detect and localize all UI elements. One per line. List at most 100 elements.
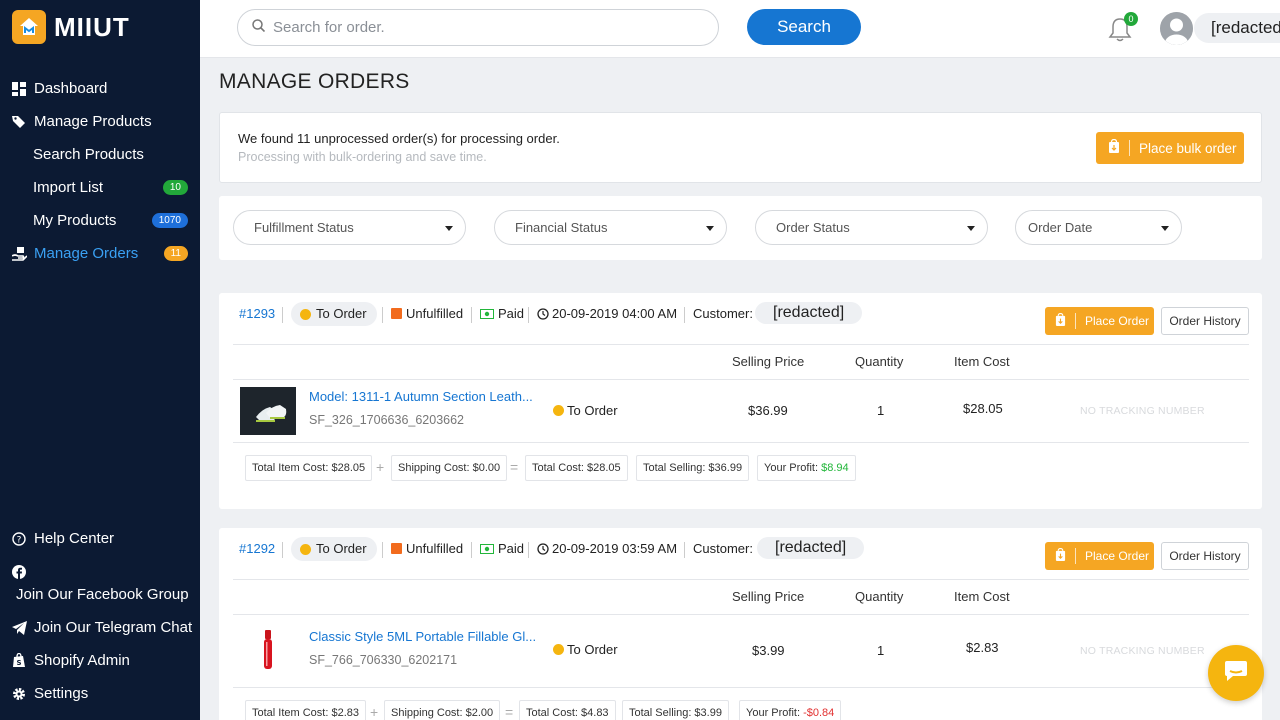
order-date: 20-09-2019 03:59 AM: [537, 541, 677, 556]
fulfillment-status: Unfulfilled: [391, 306, 463, 321]
customer-label: Customer:: [693, 541, 753, 556]
sidebar-item-help-center[interactable]: ? Help Center: [0, 522, 200, 555]
filter-label: Order Status: [776, 220, 850, 235]
divider: [282, 542, 283, 558]
order-date-text: 20-09-2019 04:00 AM: [552, 306, 678, 321]
logo-icon: [12, 10, 46, 44]
quantity-header: Quantity: [855, 589, 904, 604]
divider: [528, 542, 529, 558]
sidebar-item-manage-products[interactable]: Manage Products: [0, 105, 200, 138]
product-name-link[interactable]: Classic Style 5ML Portable Fillable Gl..…: [309, 629, 544, 644]
shipping-cost: Shipping Cost: $0.00: [391, 455, 508, 481]
status-dot-icon: [300, 308, 311, 320]
divider: [282, 307, 283, 323]
place-order-label: Place Order: [1085, 549, 1150, 563]
tag-icon: [11, 114, 27, 130]
telegram-icon: [11, 620, 27, 636]
cash-icon: [480, 308, 494, 319]
sidebar-item-label: Dashboard: [34, 80, 108, 97]
order-id-link[interactable]: #1292: [239, 541, 275, 556]
top-header: Search 0 [redacted]: [200, 0, 1280, 58]
sidebar-item-my-products[interactable]: My Products 1070: [0, 204, 200, 237]
divider: [233, 379, 1249, 380]
sidebar-item-settings[interactable]: Settings: [0, 677, 200, 710]
filter-label: Fulfillment Status: [254, 220, 354, 235]
sidebar-nav: Dashboard Manage Products Search Product…: [0, 72, 200, 270]
sidebar-item-label: Search Products: [33, 146, 144, 163]
place-order-button[interactable]: Place Order: [1045, 307, 1154, 335]
sidebar-item-search-products[interactable]: Search Products: [0, 138, 200, 171]
profit-label: Your Profit:: [764, 462, 822, 474]
sidebar-item-telegram-chat[interactable]: Join Our Telegram Chat: [0, 611, 200, 644]
sidebar: MIIUT Dashboard Manage Products Search P…: [0, 0, 200, 720]
filter-label: Order Date: [1028, 220, 1093, 235]
shipping-cost: Shipping Cost: $2.00: [384, 700, 501, 720]
quantity-header: Quantity: [855, 354, 904, 369]
place-bulk-order-button[interactable]: Place bulk order: [1096, 132, 1244, 164]
quantity: 1: [877, 643, 885, 658]
sidebar-item-manage-orders[interactable]: Manage Orders 11: [0, 237, 200, 270]
button-divider: [1075, 313, 1076, 329]
caret-down-icon: [445, 226, 453, 231]
svg-text:?: ?: [17, 535, 22, 545]
order-history-button[interactable]: Order History: [1161, 307, 1249, 335]
status-dot-icon: [553, 405, 564, 416]
sidebar-item-facebook-group[interactable]: Join Our Facebook Group: [0, 555, 200, 611]
profit-value: $8.94: [821, 462, 849, 474]
sidebar-item-label: Settings: [34, 685, 89, 702]
help-icon: ?: [11, 531, 27, 547]
sidebar-item-label: Join Our Facebook Group: [16, 585, 189, 603]
sidebar-item-import-list[interactable]: Import List 10: [0, 171, 200, 204]
dashboard-icon: [11, 81, 27, 97]
fulfillment-status: Unfulfilled: [391, 541, 463, 556]
financial-status: Paid: [480, 306, 524, 321]
tracking-number: NO TRACKING NUMBER: [1080, 645, 1205, 657]
order-history-button[interactable]: Order History: [1161, 542, 1249, 570]
item-status-text: To Order: [567, 642, 618, 657]
order-date-filter[interactable]: Order Date: [1015, 210, 1182, 245]
order-status-text: To Order: [316, 306, 367, 321]
order-status-text: To Order: [316, 541, 367, 556]
search-input[interactable]: [273, 19, 693, 36]
order-date-text: 20-09-2019 03:59 AM: [552, 541, 678, 556]
selling-price: $36.99: [748, 403, 788, 418]
logo[interactable]: MIIUT: [12, 10, 130, 44]
product-name-link[interactable]: Model: 1311-1 Autumn Section Leath...: [309, 389, 544, 404]
product-thumbnail[interactable]: [240, 387, 296, 435]
your-profit: Your Profit: -$0.84: [739, 700, 842, 720]
customer-name: [redacted]: [755, 302, 863, 324]
cart-icon: [1055, 547, 1066, 565]
chat-icon: [1224, 660, 1248, 687]
caret-down-icon: [706, 226, 714, 231]
sidebar-item-label: Import List: [33, 179, 104, 196]
product-sku: SF_326_1706636_6203662: [309, 413, 465, 427]
shopify-icon: S: [11, 653, 27, 669]
user-name[interactable]: [redacted]: [1194, 13, 1280, 43]
profit-label: Your Profit:: [746, 707, 804, 719]
divider: [233, 442, 1249, 443]
divider: [233, 614, 1249, 615]
place-order-button[interactable]: Place Order: [1045, 542, 1154, 570]
order-id-link[interactable]: #1293: [239, 306, 275, 321]
order-status-filter[interactable]: Order Status: [755, 210, 988, 245]
sidebar-item-shopify-admin[interactable]: S Shopify Admin: [0, 644, 200, 677]
sidebar-item-dashboard[interactable]: Dashboard: [0, 72, 200, 105]
fulfillment-text: Unfulfilled: [406, 306, 464, 321]
avatar[interactable]: [1160, 12, 1193, 45]
chat-button[interactable]: [1208, 645, 1264, 701]
search-button[interactable]: Search: [747, 9, 861, 45]
total-cost: Total Cost: $28.05: [525, 455, 628, 481]
product-thumbnail[interactable]: [240, 626, 296, 674]
equals-icon: =: [505, 704, 514, 720]
item-cost: $28.05: [963, 401, 1003, 416]
total-selling: Total Selling: $3.99: [622, 700, 729, 720]
financial-status-filter[interactable]: Financial Status: [494, 210, 727, 245]
financial-text: Paid: [498, 306, 525, 321]
sidebar-item-label: Help Center: [34, 530, 115, 547]
divider: [684, 542, 685, 558]
fulfillment-status-filter[interactable]: Fulfillment Status: [233, 210, 466, 245]
sidebar-item-label: Manage Orders: [34, 245, 139, 262]
item-status: To Order: [553, 642, 618, 657]
plus-icon: +: [376, 459, 385, 475]
cart-icon: [1108, 138, 1120, 157]
